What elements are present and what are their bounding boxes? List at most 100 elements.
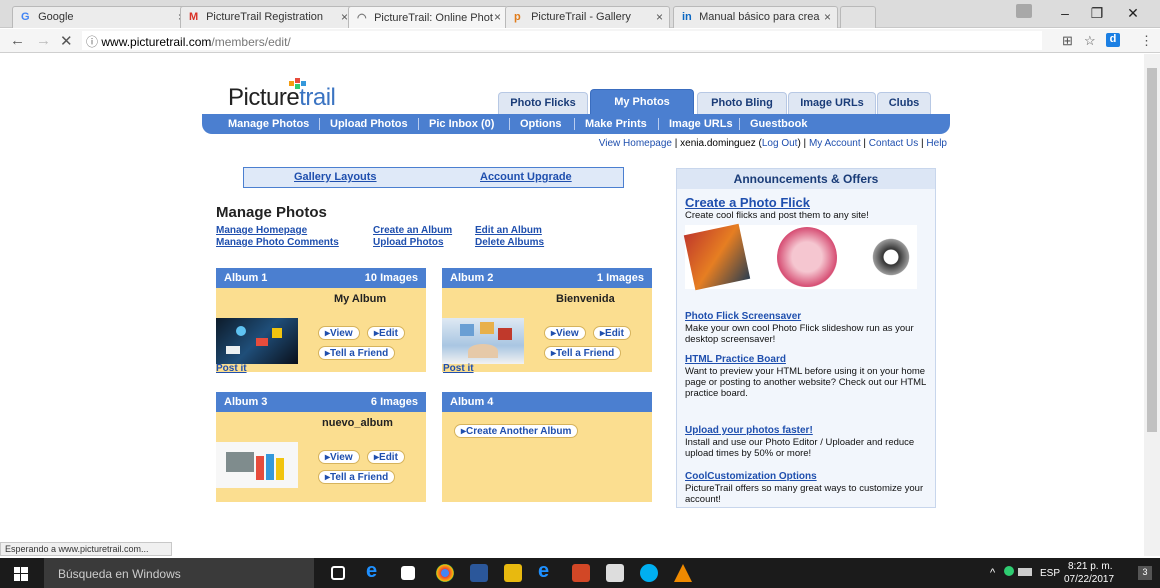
album-card-2: Album 2 1 Images Bienvenida ▸View ▸Edit …: [442, 268, 652, 372]
view-button[interactable]: ▸View: [318, 450, 360, 464]
browser-tab-gallery[interactable]: p PictureTrail - Gallery ×: [505, 6, 670, 28]
post-it-link[interactable]: Post it: [216, 363, 247, 374]
view-homepage-link[interactable]: View Homepage: [599, 138, 672, 149]
post-it-link[interactable]: Post it: [443, 363, 474, 374]
edit-button[interactable]: ▸Edit: [367, 450, 405, 464]
subnav-guestbook[interactable]: Guestbook: [750, 118, 807, 130]
help-link[interactable]: Help: [926, 138, 947, 149]
subnav-make-prints[interactable]: Make Prints: [585, 118, 647, 130]
browser-tab-google[interactable]: G Google ×: [12, 6, 192, 28]
scrollbar-thumb[interactable]: [1147, 68, 1157, 432]
close-icon[interactable]: ×: [341, 10, 348, 24]
subnav-image-urls[interactable]: Image URLs: [669, 118, 733, 130]
address-bar[interactable]: ⓘ www.picturetrail.com/members/edit/: [82, 31, 1042, 50]
store-icon[interactable]: [401, 566, 415, 580]
url-host: www.picturetrail.com: [101, 35, 212, 49]
clock-date[interactable]: 07/22/2017: [1064, 574, 1114, 585]
gallery-layouts-link[interactable]: Gallery Layouts: [294, 171, 377, 183]
photo-flick-samples[interactable]: [683, 223, 917, 291]
contact-us-link[interactable]: Contact Us: [869, 138, 918, 149]
taskbar-search[interactable]: Búsqueda en Windows: [44, 558, 314, 588]
skype-icon[interactable]: [640, 564, 658, 582]
create-another-album-button[interactable]: ▸Create Another Album: [454, 424, 579, 438]
create-photo-flick-link[interactable]: Create a Photo Flick: [685, 195, 810, 210]
tab-photo-bling[interactable]: Photo Bling: [697, 92, 787, 114]
my-account-link[interactable]: My Account: [809, 138, 861, 149]
browser-tab-online-photo[interactable]: ◠ PictureTrail: Online Phot ×: [348, 6, 508, 28]
picturetrail-logo[interactable]: Picturetrail: [228, 78, 336, 112]
battery-icon[interactable]: [1018, 568, 1032, 576]
minimize-icon[interactable]: –: [1056, 5, 1074, 21]
tab-my-photos[interactable]: My Photos: [590, 89, 694, 114]
tab-photo-flicks[interactable]: Photo Flicks: [498, 92, 588, 114]
album-card-4: Album 4 ▸Create Another Album: [442, 392, 652, 502]
edit-button[interactable]: ▸Edit: [593, 326, 631, 340]
menu-icon[interactable]: ⋮: [1140, 33, 1153, 49]
powerpoint-icon[interactable]: [572, 564, 590, 582]
language-indicator[interactable]: ESP: [1040, 568, 1060, 579]
app-icon[interactable]: [606, 564, 624, 582]
announcements-header: Announcements & Offers: [677, 169, 935, 189]
back-icon[interactable]: ←: [10, 32, 25, 49]
view-button[interactable]: ▸View: [318, 326, 360, 340]
notifications-icon[interactable]: 3: [1138, 566, 1152, 580]
browser-tab-registration[interactable]: M PictureTrail Registration ×: [180, 6, 355, 28]
forward-icon[interactable]: →: [36, 32, 51, 49]
album-thumbnail[interactable]: [216, 318, 298, 364]
internet-explorer-icon[interactable]: e: [538, 560, 556, 582]
album-thumbnail[interactable]: [216, 442, 298, 488]
windows-start-icon[interactable]: [14, 567, 28, 581]
tab-image-urls[interactable]: Image URLs: [788, 92, 876, 114]
translate-icon[interactable]: ⊞: [1062, 33, 1073, 49]
edit-album-link[interactable]: Edit an Album: [475, 225, 542, 236]
screensaver-link[interactable]: Photo Flick Screensaver: [685, 311, 801, 322]
subnav-options[interactable]: Options: [520, 118, 562, 130]
manage-photo-comments-link[interactable]: Manage Photo Comments: [216, 237, 339, 248]
user-profile-icon[interactable]: [1016, 4, 1032, 18]
tray-chevron-icon[interactable]: ^: [990, 567, 995, 579]
tab-clubs[interactable]: Clubs: [877, 92, 931, 114]
manage-homepage-link[interactable]: Manage Homepage: [216, 225, 307, 236]
close-icon[interactable]: ×: [824, 10, 831, 24]
clock-time[interactable]: 8:21 p. m.: [1068, 561, 1112, 572]
browser-tab-manual[interactable]: in Manual básico para crea ×: [673, 6, 838, 28]
html-practice-link[interactable]: HTML Practice Board: [685, 354, 786, 365]
tell-a-friend-button[interactable]: ▸Tell a Friend: [318, 470, 396, 484]
album-name: Album 3: [224, 396, 268, 408]
subnav-manage-photos[interactable]: Manage Photos: [228, 118, 309, 130]
maximize-icon[interactable]: ❐: [1088, 5, 1106, 22]
tell-a-friend-button[interactable]: ▸Tell a Friend: [544, 346, 622, 360]
close-icon[interactable]: ×: [656, 10, 663, 24]
extension-icon[interactable]: d: [1106, 33, 1120, 47]
bookmark-star-icon[interactable]: ☆: [1084, 33, 1096, 49]
create-album-link[interactable]: Create an Album: [373, 225, 452, 236]
logout-link[interactable]: Log Out: [762, 138, 798, 149]
delete-albums-link[interactable]: Delete Albums: [475, 237, 544, 248]
vlc-icon[interactable]: [674, 564, 692, 582]
edit-button[interactable]: ▸Edit: [367, 326, 405, 340]
upload-faster-link[interactable]: Upload your photos faster!: [685, 425, 813, 436]
word-icon[interactable]: [470, 564, 488, 582]
file-explorer-icon[interactable]: [504, 564, 522, 582]
new-tab-button[interactable]: [840, 6, 876, 28]
vertical-scrollbar[interactable]: [1144, 54, 1160, 556]
task-view-icon[interactable]: [331, 566, 345, 580]
edge-icon[interactable]: e: [366, 560, 384, 582]
network-icon[interactable]: [1004, 566, 1014, 576]
close-icon[interactable]: ×: [494, 10, 501, 24]
account-upgrade-link[interactable]: Account Upgrade: [480, 171, 572, 183]
tell-a-friend-button[interactable]: ▸Tell a Friend: [318, 346, 396, 360]
customization-link[interactable]: CoolCustomization Options: [685, 471, 817, 482]
upload-photos-link[interactable]: Upload Photos: [373, 237, 444, 248]
html-practice-text: Want to preview your HTML before using i…: [685, 366, 926, 399]
chrome-icon[interactable]: [436, 564, 454, 582]
sub-navigation: Manage Photos Upload Photos Pic Inbox (0…: [202, 114, 950, 134]
subnav-pic-inbox[interactable]: Pic Inbox (0): [429, 118, 494, 130]
album-title: Bienvenida: [556, 293, 615, 305]
album-thumbnail[interactable]: [442, 318, 524, 364]
view-button[interactable]: ▸View: [544, 326, 586, 340]
stop-icon[interactable]: ✕: [60, 32, 73, 50]
album-card-3: Album 3 6 Images nuevo_album ▸View ▸Edit…: [216, 392, 426, 502]
subnav-upload-photos[interactable]: Upload Photos: [330, 118, 408, 130]
window-close-icon[interactable]: ✕: [1124, 5, 1142, 22]
